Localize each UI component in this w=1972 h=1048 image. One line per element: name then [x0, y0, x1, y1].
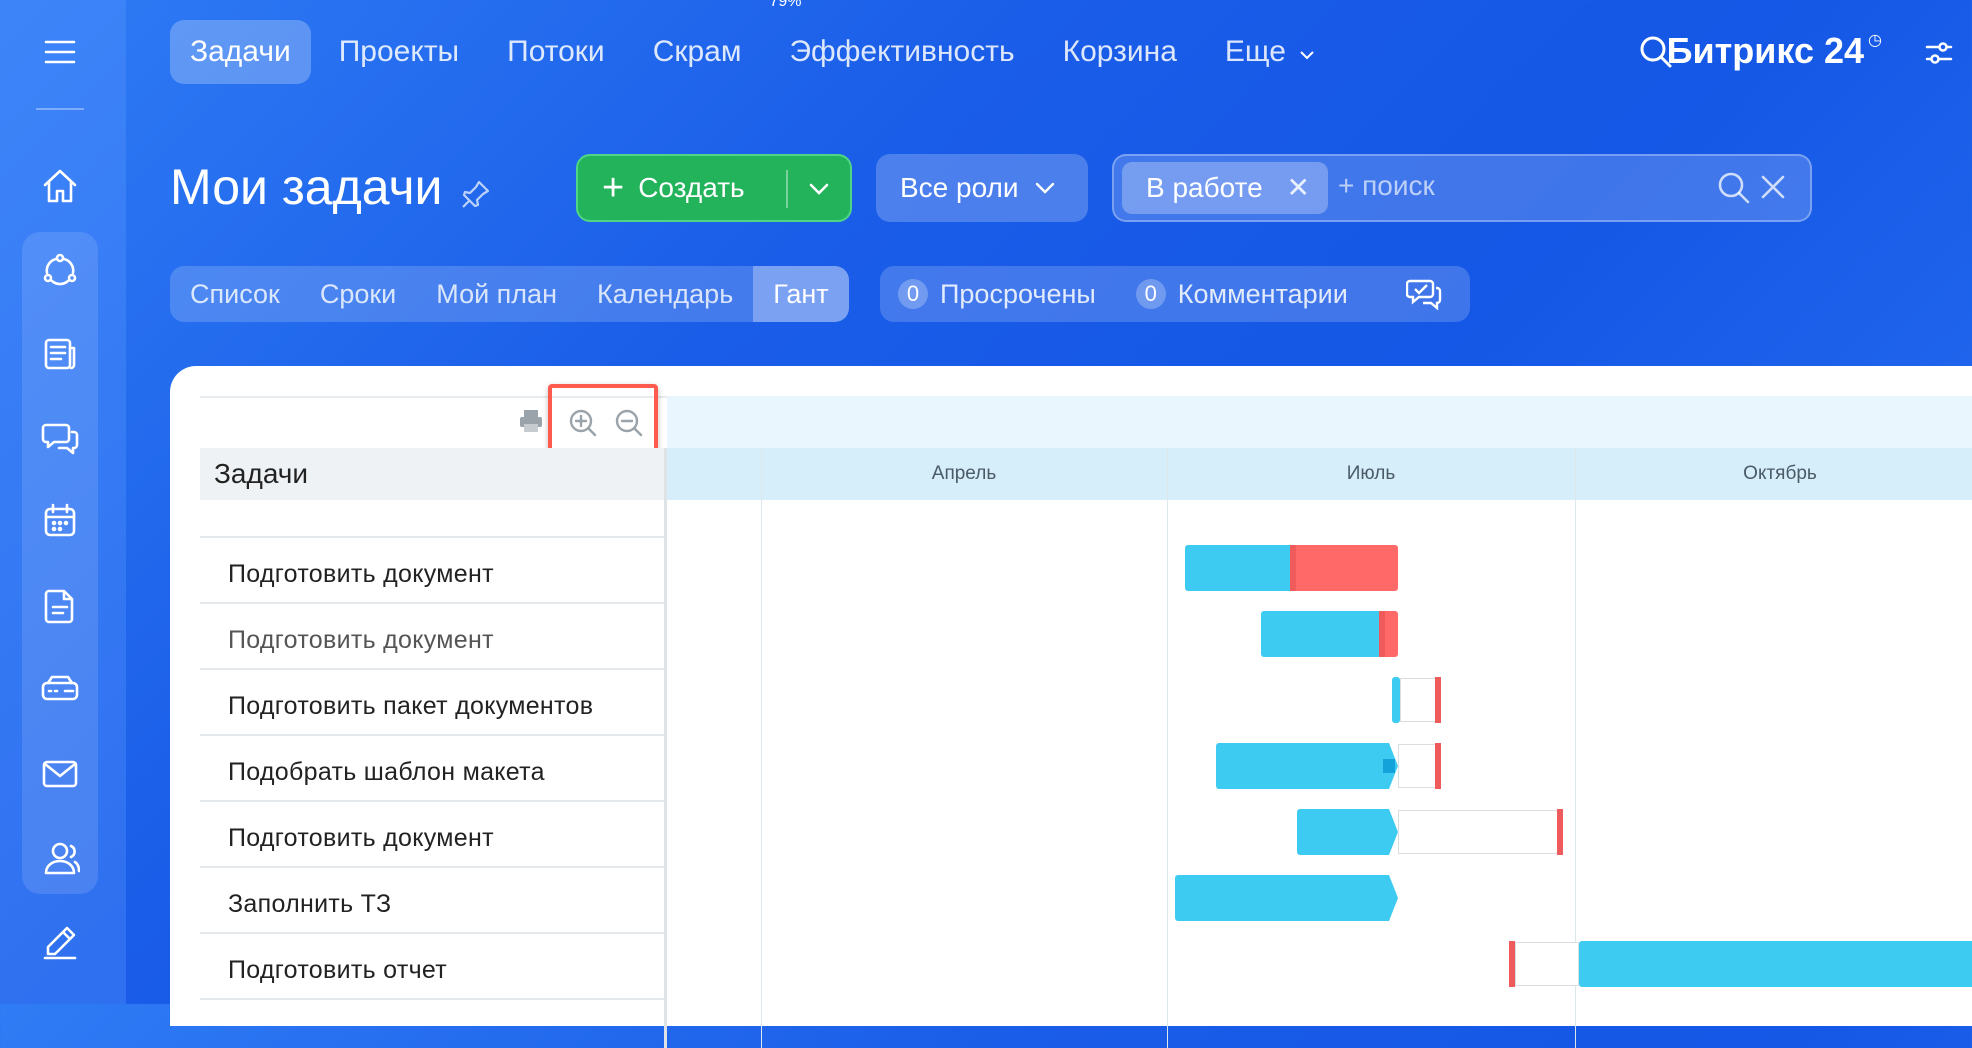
remaining-bar[interactable] [1515, 942, 1579, 986]
gantt-card: Задачи Подготовить документ Подготовить … [170, 366, 1972, 1048]
close-icon[interactable] [1758, 172, 1788, 207]
brand-logo[interactable]: Битрикс 24 ◷ [1667, 30, 1882, 72]
button-separator [786, 170, 788, 208]
overdue-bar[interactable] [1385, 611, 1398, 657]
deadline-marker [1557, 809, 1563, 855]
document-icon[interactable] [38, 584, 82, 628]
task-row[interactable]: Подготовить документ [200, 802, 664, 868]
roles-dropdown[interactable]: Все роли [876, 154, 1088, 222]
zoom-highlight-box [548, 384, 658, 456]
tab-deadlines[interactable]: Сроки [300, 266, 416, 322]
task-row[interactable]: Заполнить ТЗ [200, 868, 664, 934]
grid-line [1167, 448, 1168, 1048]
gantt-timeline: Апрель Июль Октябрь [667, 396, 1972, 1048]
comments-icon[interactable] [1405, 276, 1442, 317]
task-row[interactable]: Подготовить документ [200, 538, 664, 604]
filter-search-box[interactable]: В работе ✕ + поиск [1112, 154, 1812, 222]
nav-item-efficiency[interactable]: 79% Эффективность [769, 0, 1034, 84]
users-icon[interactable] [38, 836, 82, 880]
chevron-down-icon [1035, 182, 1054, 194]
timeline-toolbar-bg [667, 396, 1972, 448]
search-input[interactable]: + поиск [1338, 170, 1435, 202]
view-tabs: Список Сроки Мой план Календарь Гант [170, 266, 849, 322]
tasks-column: Задачи Подготовить документ Подготовить … [200, 448, 664, 1000]
roles-label: Все роли [900, 172, 1019, 203]
chevron-down-icon [1300, 51, 1315, 60]
counter-comments[interactable]: 0 Комментарии [1135, 278, 1348, 310]
drive-icon[interactable] [38, 668, 82, 712]
counters-bar: 0 Просрочены 0 Комментарии [880, 266, 1470, 322]
progress-marker [1383, 759, 1395, 773]
close-icon[interactable]: ✕ [1287, 162, 1310, 214]
remaining-bar[interactable] [1400, 678, 1436, 722]
page-title: Мои задачи [170, 159, 443, 215]
counter-overdue-label: Просрочены [940, 278, 1096, 309]
nav-item-scrum[interactable]: Скрам [633, 20, 762, 84]
pen-icon[interactable] [38, 920, 82, 964]
feed-icon[interactable] [38, 332, 82, 376]
month-label: Октябрь [1743, 463, 1817, 484]
counter-overdue[interactable]: 0 Просрочены [898, 279, 1096, 310]
task-row[interactable]: Подобрать шаблон макета [200, 736, 664, 802]
grid-line [761, 448, 762, 1048]
gantt-bar[interactable] [1261, 611, 1381, 657]
gantt-bar[interactable] [1297, 809, 1398, 855]
gantt-bar[interactable] [1185, 545, 1293, 591]
tasks-spacer [200, 500, 664, 538]
plus-icon: + [602, 167, 625, 209]
deadline-marker [1435, 743, 1441, 789]
gantt-bar[interactable] [1392, 677, 1400, 723]
top-bar: Задачи Проекты Потоки Скрам 79% Эффектив… [126, 0, 1972, 110]
tab-gantt[interactable]: Гант [753, 266, 849, 322]
chat-icon[interactable] [38, 416, 82, 460]
home-icon[interactable] [38, 164, 82, 208]
task-row[interactable]: Подготовить отчет [200, 934, 664, 1000]
nav-item-tasks[interactable]: Задачи [170, 20, 311, 84]
rail-divider [36, 108, 84, 110]
counter-overdue-count: 0 [898, 279, 928, 309]
task-row[interactable]: Подготовить документ [200, 604, 664, 670]
counter-comments-count: 0 [1135, 279, 1166, 309]
task-row[interactable]: Подготовить пакет документов [200, 670, 664, 736]
pin-icon[interactable] [460, 178, 492, 215]
overdue-bar[interactable] [1296, 545, 1398, 591]
main-nav: Задачи Проекты Потоки Скрам 79% Эффектив… [170, 0, 1344, 84]
menu-icon[interactable] [38, 30, 82, 74]
print-icon[interactable] [518, 408, 544, 439]
tab-my-plan[interactable]: Мой план [416, 266, 577, 322]
settings-icon[interactable] [1924, 38, 1954, 73]
gantt-bar[interactable] [1216, 743, 1398, 789]
tab-calendar[interactable]: Календарь [577, 266, 753, 322]
search-icon[interactable] [1716, 170, 1752, 211]
efficiency-badge: 79% [769, 0, 802, 10]
flow-icon[interactable] [38, 248, 82, 292]
month-label: Июль [1346, 463, 1396, 484]
tab-list[interactable]: Список [170, 266, 300, 322]
create-label: Создать [638, 172, 745, 203]
month-label: Апрель [931, 463, 997, 484]
nav-item-trash[interactable]: Корзина [1043, 20, 1197, 84]
counter-comments-label: Комментарии [1177, 278, 1348, 309]
filter-chip-label: В работе [1146, 172, 1263, 203]
nav-item-more[interactable]: Еще [1205, 20, 1336, 84]
mail-icon[interactable] [38, 752, 82, 796]
remaining-bar[interactable] [1398, 744, 1436, 788]
chevron-down-icon[interactable] [806, 176, 832, 209]
left-rail [0, 0, 126, 1004]
filter-chip[interactable]: В работе ✕ [1122, 162, 1328, 214]
tasks-header: Задачи [200, 448, 664, 500]
nav-item-flows[interactable]: Потоки [487, 20, 625, 84]
gantt-bar[interactable] [1175, 875, 1398, 921]
remaining-bar[interactable] [1398, 810, 1558, 854]
calendar-icon[interactable] [38, 498, 82, 542]
nav-item-projects[interactable]: Проекты [319, 20, 479, 84]
create-button[interactable]: + Создать [576, 154, 852, 222]
deadline-marker [1435, 677, 1441, 723]
gantt-bar[interactable] [1579, 941, 1972, 987]
